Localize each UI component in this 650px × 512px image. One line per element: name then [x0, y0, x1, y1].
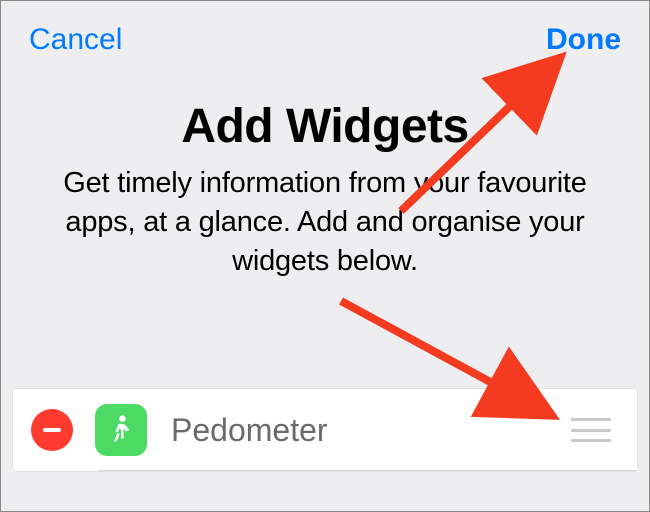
minus-icon: [43, 428, 61, 432]
widget-row: Pedometer: [13, 389, 637, 471]
walking-person-glyph: [104, 413, 138, 447]
drag-handle-icon[interactable]: [571, 418, 611, 442]
navbar: Cancel Done: [1, 1, 649, 57]
cancel-button[interactable]: Cancel: [29, 23, 122, 57]
pedestrian-icon: [95, 404, 147, 456]
divider: [99, 470, 637, 471]
done-button[interactable]: Done: [546, 23, 621, 57]
widget-label: Pedometer: [171, 412, 571, 449]
page-title: Add Widgets: [51, 99, 599, 154]
widget-list: Pedometer: [13, 389, 637, 471]
page-subtitle: Get timely information from your favouri…: [51, 164, 599, 281]
remove-widget-button[interactable]: [31, 409, 73, 451]
header: Add Widgets Get timely information from …: [1, 57, 649, 281]
